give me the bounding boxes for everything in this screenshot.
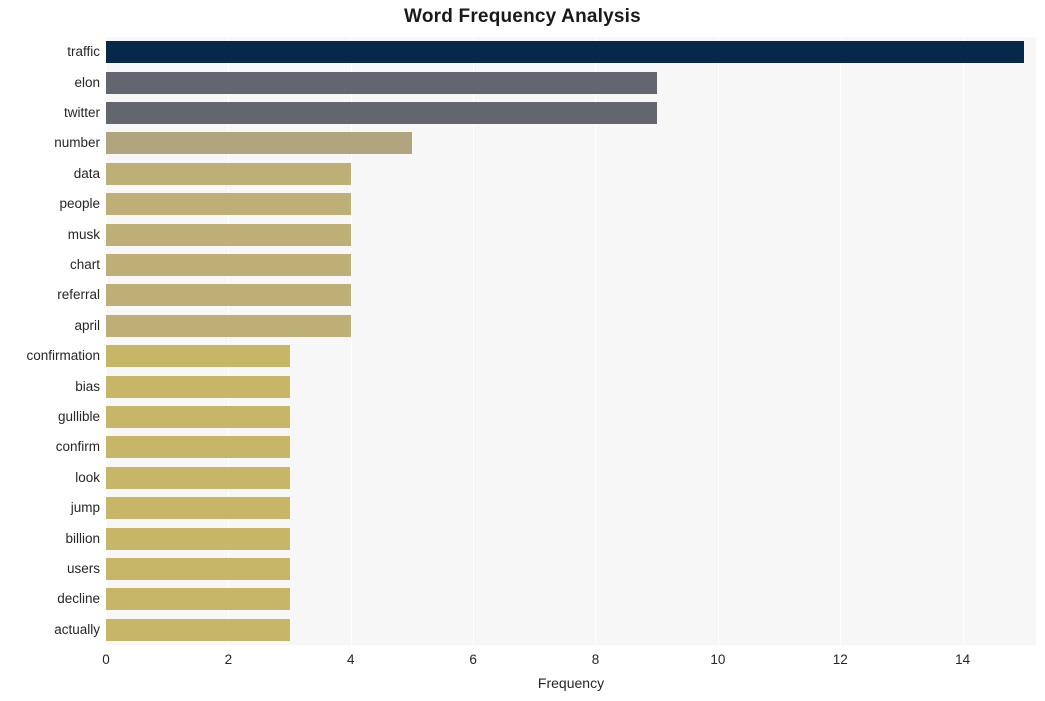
bar xyxy=(106,254,351,276)
y-axis-tick-label: april xyxy=(74,317,100,333)
y-axis-tick-label: chart xyxy=(69,257,100,272)
y-axis-tick-label: gullible xyxy=(57,409,100,424)
bar xyxy=(106,314,351,337)
x-axis-tick-label: 6 xyxy=(469,652,477,667)
y-axis-tick-label: referral xyxy=(57,287,100,303)
bar xyxy=(106,466,290,489)
x-axis-tick-label: 4 xyxy=(346,652,355,667)
y-axis-tick-labels: traffic elon twitter number data people musk ch… xyxy=(0,37,100,645)
y-axis-tick-label: twitter xyxy=(63,105,100,120)
x-axis-tick-label: 14 xyxy=(955,652,971,667)
x-axis-tick-label: 8 xyxy=(591,652,600,667)
bar xyxy=(106,527,290,550)
x-axis-tick-label: 10 xyxy=(710,652,726,667)
y-axis-tick-label: data xyxy=(73,165,100,181)
y-axis-tick-label: users xyxy=(66,561,100,576)
x-axis-title: Frequency xyxy=(537,675,605,691)
y-axis-tick-label: confirmation xyxy=(26,348,100,364)
bar xyxy=(106,132,412,155)
x-axis-tick-label: 2 xyxy=(224,652,233,667)
bar xyxy=(106,345,290,368)
bar xyxy=(106,375,290,398)
bar xyxy=(106,71,657,94)
y-axis-tick-label: jump xyxy=(70,500,100,516)
y-axis-tick-label: people xyxy=(59,196,100,212)
chart-title: Word Frequency Analysis xyxy=(404,6,641,27)
y-axis-tick-label: number xyxy=(54,135,100,151)
y-axis-tick-label: decline xyxy=(57,591,100,607)
y-axis-tick-label: musk xyxy=(67,226,100,242)
y-axis-tick-label: look xyxy=(75,469,100,485)
x-axis-tick-labels: 0 2 4 6 8 10 12 14 xyxy=(102,652,1036,672)
bars-container xyxy=(106,37,1036,645)
y-axis-tick-label: confirm xyxy=(55,439,100,455)
y-axis-tick-label: elon xyxy=(74,74,100,90)
x-axis-tick-label: 0 xyxy=(102,652,110,667)
y-axis-tick-label: bias xyxy=(75,378,100,394)
word-frequency-bar-chart: Word Frequency Analysis traffic elon twitt… xyxy=(0,0,1045,701)
bar xyxy=(106,193,351,216)
bar xyxy=(106,558,290,580)
bar xyxy=(106,162,351,185)
bar xyxy=(106,497,290,520)
y-axis-tick-label: traffic xyxy=(67,44,100,60)
bar xyxy=(106,436,290,459)
y-axis-tick-label: billion xyxy=(65,530,100,546)
bar xyxy=(106,41,1024,64)
bar xyxy=(106,223,351,246)
plot-area xyxy=(106,37,1036,645)
bar xyxy=(106,618,290,641)
bar xyxy=(106,406,290,428)
y-axis-tick-label: actually xyxy=(54,621,100,637)
x-axis-tick-label: 12 xyxy=(832,652,848,667)
bar xyxy=(106,284,351,307)
bar xyxy=(106,102,657,124)
bar xyxy=(106,588,290,611)
